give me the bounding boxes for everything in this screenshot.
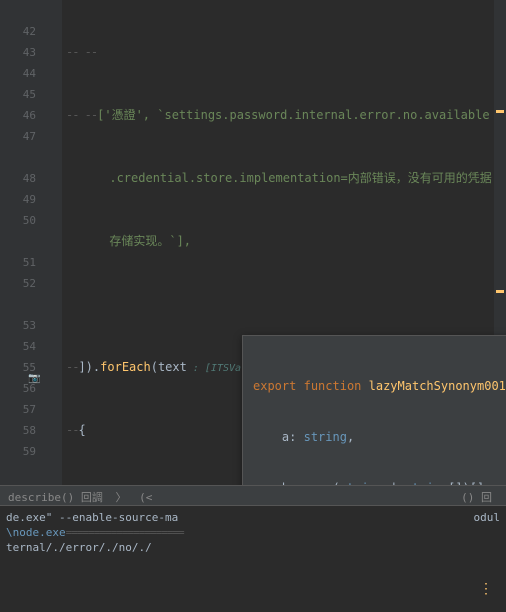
line-number: 45: [0, 84, 36, 105]
line-number: 47: [0, 126, 36, 147]
signature-line: b_arr: (string | string[])[],: [253, 480, 506, 485]
line-number: [0, 147, 36, 168]
line-number: 53: [0, 315, 36, 336]
token-string: .credential.store.implementation=内部错误，没有…: [109, 171, 491, 185]
gutter-camera-icon[interactable]: 📷: [28, 373, 40, 384]
token-method: forEach: [100, 360, 151, 374]
code-line[interactable]: -- --['憑證', `settings.password.internal.…: [62, 105, 506, 126]
line-number: 50: [0, 210, 36, 231]
token: ]).: [78, 360, 100, 374]
line-number: 54: [0, 336, 36, 357]
signature-line: a: string,: [253, 429, 506, 446]
line-number: 49: [0, 189, 36, 210]
terminal-panel[interactable]: de.exe" --enable-source-maodul \node.exe…: [0, 505, 506, 590]
line-number: 58: [0, 420, 36, 441]
code-line[interactable]: [62, 294, 506, 315]
warning-marker[interactable]: [496, 110, 504, 113]
line-number: 46: [0, 105, 36, 126]
more-icon[interactable]: ⋮: [479, 581, 491, 597]
token: (text: [151, 360, 187, 374]
line-number: 52: [0, 273, 36, 294]
terminal-line: de.exe" --enable-source-maodul: [6, 510, 500, 525]
indent-guide: --: [66, 423, 78, 437]
line-number: 42: [0, 21, 36, 42]
line-number: [0, 0, 36, 21]
line-gutter: 42 43 44 45 46 47 48 49 50 51 52 53 54 5…: [0, 0, 48, 485]
breadcrumb-item[interactable]: () 回: [461, 489, 492, 505]
line-number: 57: [0, 399, 36, 420]
terminal-line: \node.exe=====================: [6, 525, 500, 540]
code-area[interactable]: -- -- -- --['憑證', `settings.password.int…: [62, 0, 506, 485]
code-line[interactable]: .credential.store.implementation=内部错误，没有…: [62, 168, 506, 189]
line-number: 44: [0, 63, 36, 84]
line-number: 59: [0, 441, 36, 462]
code-editor[interactable]: 42 43 44 45 46 47 48 49 50 51 52 53 54 5…: [0, 0, 506, 485]
indent-guide: --: [66, 360, 78, 374]
signature-line: export function lazyMatchSynonym001(: [253, 378, 506, 395]
warning-marker[interactable]: [496, 290, 504, 293]
breadcrumb-bar[interactable]: describe() 回調 〉 (< () 回: [0, 485, 506, 505]
code-line[interactable]: 存储实现。`],: [62, 231, 506, 252]
line-number: 51: [0, 252, 36, 273]
line-number: [0, 231, 36, 252]
line-number: [0, 294, 36, 315]
fold-column[interactable]: [48, 0, 62, 485]
token-string: 存储实现。`],: [109, 234, 191, 248]
breadcrumb-item[interactable]: describe() 回調: [8, 491, 103, 504]
breadcrumb-separator: 〉: [115, 491, 126, 504]
indent-guide: -- --: [66, 108, 97, 122]
line-number: 48: [0, 168, 36, 189]
line-number: 43: [0, 42, 36, 63]
indent-guide: -- --: [66, 45, 97, 59]
terminal-line: ternal/./error/./no/./: [6, 540, 500, 555]
code-line[interactable]: -- --: [62, 42, 506, 63]
breadcrumb-item[interactable]: (<: [139, 491, 152, 504]
quick-doc-popup[interactable]: export function lazyMatchSynonym001( a: …: [242, 335, 506, 485]
token: {: [78, 423, 85, 437]
token-string: ['憑證', `settings.password.internal.error…: [97, 108, 489, 122]
